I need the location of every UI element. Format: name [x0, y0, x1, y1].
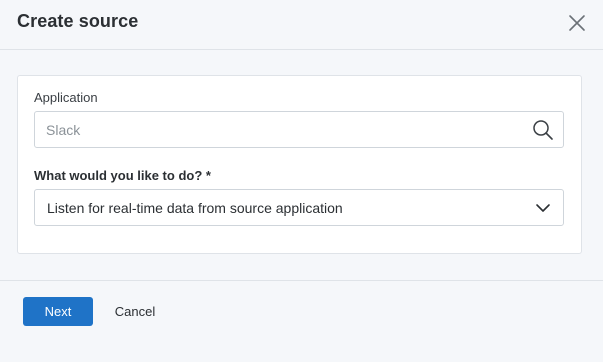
- close-icon: [569, 15, 585, 31]
- application-label: Application: [34, 90, 98, 105]
- dialog-header: Create source: [0, 0, 603, 50]
- cancel-button[interactable]: Cancel: [104, 297, 166, 326]
- action-select[interactable]: Listen for real-time data from source ap…: [34, 189, 564, 226]
- action-select-value: Listen for real-time data from source ap…: [47, 200, 343, 216]
- close-button[interactable]: [566, 12, 588, 34]
- chevron-down-icon: [536, 204, 550, 212]
- next-button[interactable]: Next: [23, 297, 93, 326]
- search-icon: [533, 120, 553, 140]
- dialog-body: Application What would you like to do? *…: [0, 51, 603, 280]
- action-label: What would you like to do? *: [34, 168, 211, 183]
- application-search-input[interactable]: [34, 111, 564, 148]
- form-card: Application What would you like to do? *…: [17, 75, 582, 254]
- dialog-footer: Next Cancel: [0, 280, 603, 362]
- search-button[interactable]: [532, 119, 554, 141]
- create-source-dialog: Create source Application What would you…: [0, 0, 603, 362]
- dialog-title: Create source: [17, 11, 139, 31]
